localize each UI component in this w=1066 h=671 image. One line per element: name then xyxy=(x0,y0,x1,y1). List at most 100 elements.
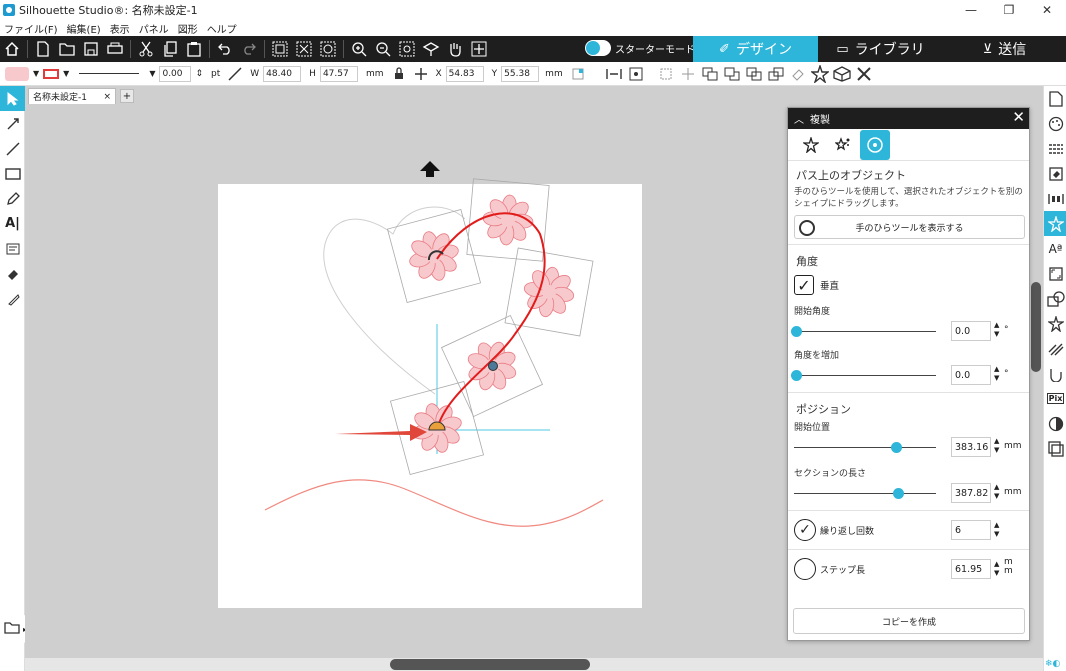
save-icon[interactable] xyxy=(79,37,103,61)
y-input[interactable]: 55.38 xyxy=(501,65,540,82)
text-panel-icon[interactable]: Aª xyxy=(1044,236,1066,261)
transform-panel-icon[interactable] xyxy=(1044,261,1066,286)
replicate-basic-icon[interactable] xyxy=(796,130,826,160)
space-evenly-icon[interactable] xyxy=(677,63,699,85)
line-style-icon[interactable] xyxy=(1044,136,1066,161)
eraser-shape-icon[interactable] xyxy=(787,63,809,85)
move-position-icon[interactable] xyxy=(410,63,432,85)
section-length-track[interactable] xyxy=(794,493,936,494)
fill-bucket-icon[interactable] xyxy=(1044,161,1066,186)
rectangle-tool-icon[interactable] xyxy=(0,161,25,186)
maximize-button[interactable]: ❐ xyxy=(990,0,1028,20)
distribute-icon[interactable] xyxy=(655,63,677,85)
minimize-button[interactable]: — xyxy=(952,0,990,20)
tab-library[interactable]: ▭ ライブラリ xyxy=(818,36,943,62)
section-length-slider[interactable] xyxy=(893,488,904,499)
cut-icon[interactable] xyxy=(134,37,158,61)
ungroup-icon[interactable] xyxy=(292,37,316,61)
step-length-radio[interactable] xyxy=(794,558,816,580)
add-tab-button[interactable]: + xyxy=(120,89,134,103)
vertical-checkbox-row[interactable]: ✓ 垂直 xyxy=(788,272,1029,298)
zoom-in-icon[interactable] xyxy=(347,37,371,61)
start-position-spinner-icon[interactable]: ▲ ▼ xyxy=(994,437,999,455)
angle-increment-input[interactable]: 0.0 xyxy=(951,365,991,385)
sketch-panel-icon[interactable] xyxy=(1044,336,1066,361)
repeat-count-input[interactable]: 6 xyxy=(951,520,991,540)
angle-increment-spinner-icon[interactable]: ▲ ▼ xyxy=(994,365,999,383)
undo-icon[interactable] xyxy=(213,37,237,61)
page-setup-icon[interactable] xyxy=(1044,86,1066,111)
collapse-chevron-icon[interactable]: ︿ xyxy=(794,111,804,126)
close-tab-icon[interactable]: × xyxy=(103,92,111,102)
redo-icon[interactable] xyxy=(237,37,261,61)
home-icon[interactable] xyxy=(0,37,24,61)
vertical-scroll-thumb[interactable] xyxy=(1031,282,1041,372)
replicate-advanced-icon[interactable] xyxy=(828,130,858,160)
offset-star-icon[interactable] xyxy=(1044,311,1066,336)
step-length-input[interactable]: 61.95 xyxy=(951,559,991,579)
3d-box-icon[interactable] xyxy=(831,63,853,85)
bring-forward-icon[interactable] xyxy=(743,63,765,85)
x-input[interactable]: 54.83 xyxy=(445,65,484,82)
zoom-selection-icon[interactable] xyxy=(395,37,419,61)
text-tool-icon[interactable]: A| xyxy=(0,211,25,236)
angle-increment-track[interactable] xyxy=(794,375,936,376)
close-window-button[interactable]: ✕ xyxy=(1028,0,1066,20)
delete-icon[interactable] xyxy=(853,63,875,85)
fill-color-swatch[interactable] xyxy=(5,66,29,81)
step-length-row[interactable]: ステップ長 61.95 ▲ ▼ m m xyxy=(788,552,1029,586)
line-color-dropdown-icon[interactable]: ▼ xyxy=(63,69,69,78)
menu-shape[interactable]: 図形 xyxy=(178,21,198,36)
angle-increment-slider[interactable] xyxy=(791,370,802,381)
show-hand-tool-button[interactable]: 手のひらツールを表示する xyxy=(794,215,1025,239)
section-length-spinner-icon[interactable]: ▲ ▼ xyxy=(994,483,999,501)
panel-header[interactable]: ︿ 複製 ✕ xyxy=(788,108,1029,129)
toggle-switch-icon[interactable] xyxy=(585,40,611,56)
start-position-input[interactable]: 383.16 xyxy=(951,437,991,457)
send-back-icon[interactable] xyxy=(721,63,743,85)
layers-panel-icon[interactable] xyxy=(1044,436,1066,461)
copy-icon[interactable] xyxy=(158,37,182,61)
menu-edit[interactable]: 編集(E) xyxy=(67,21,101,36)
start-position-slider[interactable] xyxy=(891,442,902,453)
fit-page-icon[interactable] xyxy=(419,37,443,61)
menu-view[interactable]: 表示 xyxy=(110,21,130,36)
start-angle-slider[interactable] xyxy=(791,326,802,337)
menu-file[interactable]: ファイル(F) xyxy=(4,21,58,36)
star-badge-icon[interactable] xyxy=(809,63,831,85)
repeat-count-row[interactable]: ✓ 繰り返し回数 6 ▲ ▼ xyxy=(788,513,1029,547)
repeat-count-spinner-icon[interactable]: ▲ ▼ xyxy=(994,521,999,539)
select-tool-icon[interactable] xyxy=(0,86,25,111)
vertical-checkbox[interactable]: ✓ xyxy=(794,275,814,295)
compound-path-icon[interactable] xyxy=(316,37,340,61)
step-length-spinner-icon[interactable]: ▲ ▼ xyxy=(994,560,999,578)
replicate-on-path-icon[interactable] xyxy=(860,129,890,160)
horizontal-scroll-thumb[interactable] xyxy=(390,659,590,670)
center-icon[interactable] xyxy=(625,63,647,85)
point-edit-tool-icon[interactable] xyxy=(0,111,25,136)
open-folder-icon[interactable] xyxy=(55,37,79,61)
start-angle-input[interactable]: 0.0 xyxy=(951,321,991,341)
document-tab[interactable]: 名称未設定-1 × xyxy=(28,88,116,104)
height-input[interactable]: 47.57 xyxy=(319,65,358,82)
start-position-track[interactable] xyxy=(794,447,936,448)
align-icon[interactable] xyxy=(603,63,625,85)
lock-aspect-icon[interactable] xyxy=(388,63,410,85)
replicate-panel-icon[interactable] xyxy=(1044,211,1066,236)
eraser-tool-icon[interactable] xyxy=(0,261,25,286)
pen-tool-icon[interactable] xyxy=(0,186,25,211)
horizontal-scrollbar[interactable] xyxy=(25,658,1043,671)
hand-tool-icon[interactable] xyxy=(443,37,467,61)
fill-palette-icon[interactable] xyxy=(1044,111,1066,136)
line-style-dropdown-icon[interactable]: ▼ xyxy=(149,69,155,78)
repeat-count-radio[interactable]: ✓ xyxy=(794,519,816,541)
send-backward-icon[interactable] xyxy=(765,63,787,85)
reference-point-icon[interactable] xyxy=(567,63,589,85)
section-length-input[interactable]: 387.82 xyxy=(951,483,991,503)
zoom-out-icon[interactable] xyxy=(371,37,395,61)
text-style-tool-icon[interactable] xyxy=(0,236,25,261)
pixscan-icon[interactable]: Pix xyxy=(1044,386,1066,411)
modify-panel-icon[interactable] xyxy=(1044,286,1066,311)
new-file-icon[interactable] xyxy=(31,37,55,61)
start-angle-track[interactable] xyxy=(794,331,936,332)
